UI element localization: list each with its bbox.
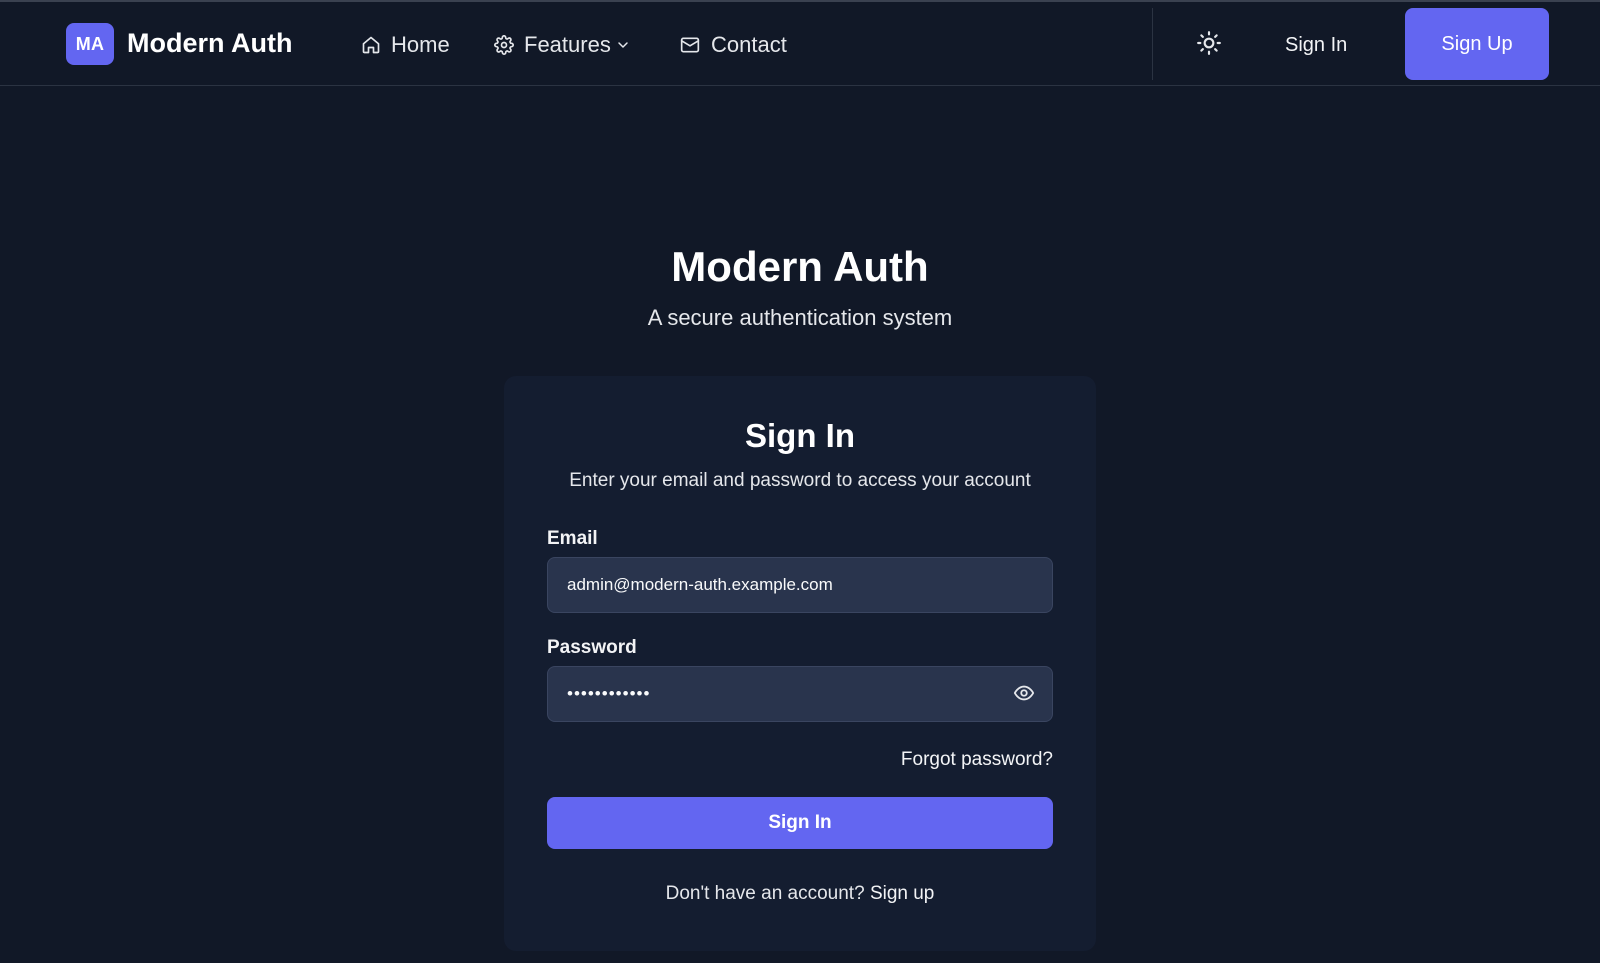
logo-badge[interactable]: MA [66, 23, 114, 65]
chevron-down-icon [615, 37, 631, 53]
hero-subtitle: A secure authentication system [647, 305, 953, 330]
nav-home-link[interactable]: Home [361, 30, 450, 60]
nav-sign-in-button[interactable]: Sign In [1285, 30, 1347, 60]
brand-name[interactable]: Modern Auth [127, 27, 292, 59]
navbar-divider [1152, 8, 1153, 80]
mail-icon [679, 35, 701, 55]
sign-up-link[interactable]: Sign up [870, 883, 934, 904]
toggle-password-visibility-button[interactable] [1012, 683, 1036, 707]
sign-up-prompt: Don't have an account? Sign up [504, 882, 1096, 906]
password-label: Password [547, 637, 637, 658]
email-label: Email [547, 528, 598, 549]
nav-contact-label: Contact [711, 32, 787, 57]
email-field[interactable] [548, 558, 1052, 612]
card-description: Enter your email and password to access … [569, 470, 1031, 491]
password-field[interactable] [548, 667, 1052, 721]
forgot-password-link[interactable]: Forgot password? [901, 748, 1053, 772]
nav-features-label: Features [524, 32, 611, 57]
hero-title: Modern Auth [671, 243, 929, 290]
email-field-wrapper [547, 557, 1053, 613]
navbar: MA Modern Auth Home Features Contact Sig… [0, 2, 1600, 86]
sign-in-submit-button[interactable]: Sign In [547, 797, 1053, 849]
nav-contact-link[interactable]: Contact [679, 30, 787, 60]
nav-sign-up-button[interactable]: Sign Up [1405, 8, 1549, 80]
theme-toggle-button[interactable] [1192, 28, 1226, 62]
no-account-text: Don't have an account? [665, 883, 865, 904]
sign-in-card: Sign In Enter your email and password to… [504, 376, 1096, 951]
card-title: Sign In [745, 417, 855, 454]
sun-icon [1196, 30, 1222, 61]
nav-home-label: Home [391, 32, 450, 57]
gear-icon [494, 35, 514, 55]
nav-features-menu[interactable]: Features [494, 30, 631, 60]
eye-icon [1013, 682, 1035, 709]
home-icon [361, 35, 381, 55]
password-field-wrapper [547, 666, 1053, 722]
